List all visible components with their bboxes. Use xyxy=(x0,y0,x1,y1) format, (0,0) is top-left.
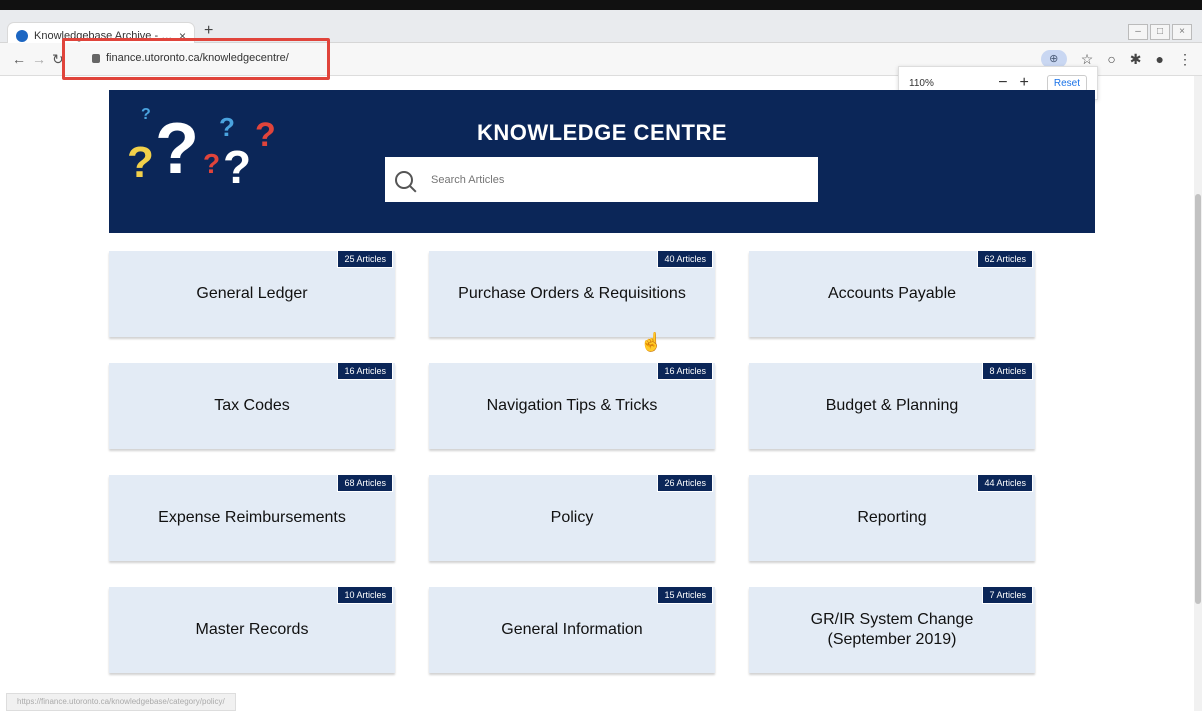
url-highlight-box xyxy=(62,38,330,80)
knowledge-banner: ? ? ? ? ? ? ? KNOWLEDGE CENTRE xyxy=(109,90,1095,233)
category-label: Tax Codes xyxy=(214,397,290,414)
article-count-badge: 16 Articles xyxy=(657,362,713,380)
category-label: Navigation Tips & Tricks xyxy=(486,397,658,414)
bookmark-star-icon[interactable]: ☆ xyxy=(1081,51,1094,68)
extension-icon[interactable]: ○ xyxy=(1107,51,1115,67)
scrollbar-thumb[interactable] xyxy=(1195,194,1201,604)
article-count-badge: 16 Articles xyxy=(337,362,393,380)
category-label: Reporting xyxy=(857,509,927,526)
category-card-expense-reimbursements[interactable]: 68 Articles Expense Reimbursements xyxy=(109,474,395,561)
category-card-budget-planning[interactable]: 8 Articles Budget & Planning xyxy=(749,362,1035,449)
forward-arrow-icon[interactable]: → xyxy=(32,51,46,67)
category-label: General Ledger xyxy=(196,285,308,302)
article-count-badge: 10 Articles xyxy=(337,586,393,604)
category-label: General Information xyxy=(501,621,643,638)
window-controls: – □ × xyxy=(1128,24,1192,40)
article-count-badge: 7 Articles xyxy=(982,586,1033,604)
category-label: Budget & Planning xyxy=(825,397,959,414)
search-input[interactable] xyxy=(429,172,813,187)
zoom-percent: 110% xyxy=(909,77,934,89)
article-count-badge: 8 Articles xyxy=(982,362,1033,380)
zoom-reset-button[interactable]: Reset xyxy=(1046,74,1087,92)
article-count-badge: 40 Articles xyxy=(657,250,713,268)
article-count-badge: 25 Articles xyxy=(337,250,393,268)
page-title: KNOWLEDGE CENTRE xyxy=(477,120,727,145)
page-scrollbar[interactable] xyxy=(1194,76,1202,711)
hand-cursor-icon: ☝ xyxy=(640,332,663,352)
article-count-badge: 15 Articles xyxy=(657,586,713,604)
back-arrow-icon[interactable]: ← xyxy=(12,51,26,67)
site-favicon-icon xyxy=(16,30,28,42)
category-label: Expense Reimbursements xyxy=(158,509,346,526)
category-card-master-records[interactable]: 10 Articles Master Records xyxy=(109,586,395,673)
menu-icon[interactable]: ⋮ xyxy=(1178,51,1192,68)
minimize-icon[interactable]: – xyxy=(1128,24,1148,40)
article-count-badge: 62 Articles xyxy=(977,250,1033,268)
status-bar: https://finance.utoronto.ca/knowledgebas… xyxy=(6,693,236,711)
category-card-general-ledger[interactable]: 25 Articles General Ledger xyxy=(109,250,395,337)
category-card-tax-codes[interactable]: 16 Articles Tax Codes xyxy=(109,362,395,449)
puzzle-icon[interactable]: ✱ xyxy=(1130,51,1142,68)
category-card-accounts-payable[interactable]: 62 Articles Accounts Payable xyxy=(749,250,1035,337)
article-count-badge: 68 Articles xyxy=(337,474,393,492)
window-top-border xyxy=(0,0,1202,10)
category-card-general-information[interactable]: 15 Articles General Information xyxy=(429,586,715,673)
article-count-badge: 26 Articles xyxy=(657,474,713,492)
category-card-grir-system-change[interactable]: 7 Articles GR/IR System Change (Septembe… xyxy=(749,586,1035,673)
category-label: Policy xyxy=(550,509,594,526)
category-card-navigation-tips[interactable]: 16 Articles Navigation Tips & Tricks xyxy=(429,362,715,449)
profile-icon[interactable]: ● xyxy=(1156,51,1164,67)
search-icon xyxy=(395,170,413,189)
search-bar[interactable] xyxy=(385,157,818,202)
maximize-icon[interactable]: □ xyxy=(1150,24,1170,40)
category-label: GR/IR System Change (September 2019) xyxy=(810,611,974,648)
category-label: Master Records xyxy=(195,621,309,638)
category-label: Accounts Payable xyxy=(827,285,957,302)
category-card-reporting[interactable]: 44 Articles Reporting xyxy=(749,474,1035,561)
article-count-badge: 44 Articles xyxy=(977,474,1033,492)
category-card-policy[interactable]: 26 Articles Policy xyxy=(429,474,715,561)
category-label: Purchase Orders & Requisitions xyxy=(458,285,686,302)
category-card-purchase-orders[interactable]: 40 Articles Purchase Orders & Requisitio… xyxy=(429,250,715,337)
close-window-icon[interactable]: × xyxy=(1172,24,1192,40)
